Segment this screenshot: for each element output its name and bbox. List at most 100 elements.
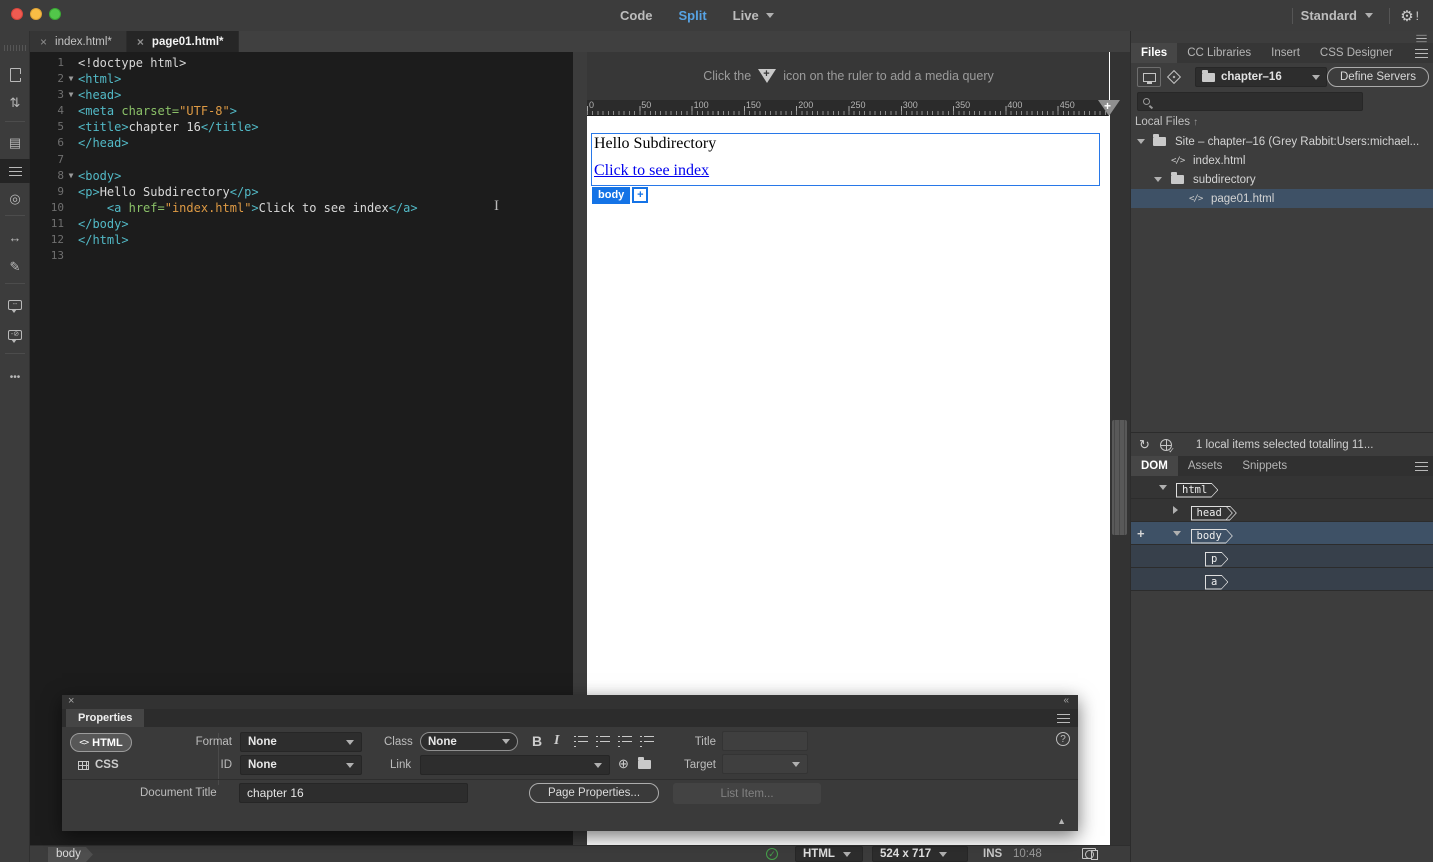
live-view-button[interactable]: Live bbox=[733, 8, 774, 23]
tag-selector-body[interactable]: body bbox=[48, 847, 93, 862]
dom-row-body[interactable]: + body bbox=[1131, 522, 1433, 545]
window-size-select[interactable]: 524 x 717 bbox=[872, 846, 968, 862]
ruler[interactable]: 050100150200250300350400450500 bbox=[587, 100, 1127, 116]
preview-paragraph[interactable]: Hello Subdirectory bbox=[594, 135, 716, 153]
add-element-button[interactable]: + bbox=[632, 187, 649, 203]
code-line[interactable]: 7 bbox=[30, 152, 573, 168]
properties-titlebar[interactable]: × « bbox=[62, 695, 1078, 709]
code-line[interactable]: 13 bbox=[30, 248, 573, 264]
browse-folder-icon[interactable] bbox=[638, 757, 651, 769]
tab-css-designer[interactable]: CSS Designer bbox=[1310, 43, 1403, 63]
preview-resize-handle[interactable] bbox=[1112, 420, 1127, 535]
remove-comment-button[interactable]: -⊘ bbox=[0, 323, 30, 347]
collapse-panel-icon[interactable]: « bbox=[1063, 695, 1070, 706]
dom-row-a[interactable]: a bbox=[1131, 568, 1433, 591]
expand-chevron-icon[interactable] bbox=[1137, 139, 1145, 144]
local-files-header[interactable]: Local Files ↑ bbox=[1135, 116, 1198, 128]
html-mode-button[interactable]: <> HTML bbox=[70, 733, 132, 752]
code-view-button[interactable]: Code bbox=[620, 8, 653, 23]
code-line[interactable]: 9 <p>Hello Subdirectory</p> bbox=[30, 184, 573, 200]
page-properties-button[interactable]: Page Properties... bbox=[529, 783, 659, 803]
gear-icon[interactable]: ⚙ bbox=[1400, 7, 1413, 25]
list-item-button[interactable]: List Item... bbox=[673, 783, 821, 804]
tab-insert[interactable]: Insert bbox=[1261, 43, 1310, 63]
panel-menu-icon[interactable] bbox=[1415, 49, 1428, 58]
expand-site-view-button[interactable] bbox=[1137, 67, 1161, 87]
indent-button[interactable] bbox=[640, 735, 654, 747]
fold-arrow-icon[interactable]: ▼ bbox=[64, 87, 78, 103]
code-line[interactable]: 8 ▼ <body> bbox=[30, 168, 573, 184]
panel-menu-icon[interactable] bbox=[1057, 714, 1070, 723]
dom-tag-html[interactable]: html bbox=[1176, 483, 1218, 498]
tab-dom[interactable]: DOM bbox=[1131, 456, 1178, 476]
ordered-list-button[interactable] bbox=[596, 735, 610, 747]
code-line[interactable]: 11 </body> bbox=[30, 216, 573, 232]
selected-tag-badge[interactable]: body bbox=[592, 187, 631, 204]
code-line[interactable]: 10 <a href="index.html">Click to see ind… bbox=[30, 200, 573, 216]
tab-cc-libraries[interactable]: CC Libraries bbox=[1177, 43, 1261, 63]
media-query-marker-icon[interactable] bbox=[1098, 99, 1120, 116]
tab-properties[interactable]: Properties bbox=[66, 709, 145, 727]
tab-assets[interactable]: Assets bbox=[1178, 456, 1233, 476]
code-line[interactable]: 5 <title>chapter 16</title> bbox=[30, 119, 573, 135]
zoom-window-button[interactable] bbox=[49, 8, 61, 20]
preview-devices-icon[interactable] bbox=[1082, 848, 1098, 860]
code-line[interactable]: 3 ▼ <head> bbox=[30, 87, 573, 103]
open-documents-button[interactable] bbox=[0, 63, 30, 87]
code-line[interactable]: 1 <!doctype html> bbox=[30, 55, 573, 71]
w3c-validation-button[interactable]: ↔ bbox=[0, 225, 30, 249]
dock-menu-icon[interactable] bbox=[1416, 34, 1427, 43]
class-select[interactable]: None bbox=[420, 732, 518, 751]
dom-tag-head[interactable]: head bbox=[1191, 506, 1233, 521]
tab-files[interactable]: Files bbox=[1131, 43, 1178, 63]
add-element-icon[interactable]: + bbox=[1137, 526, 1145, 541]
define-servers-button[interactable]: Define Servers bbox=[1326, 67, 1429, 87]
italic-button[interactable]: I bbox=[554, 733, 559, 749]
collapse-up-icon[interactable]: ▲ bbox=[1057, 816, 1066, 826]
point-to-file-icon[interactable]: ⊕ bbox=[618, 756, 629, 772]
toolbar-more-button[interactable]: ••• bbox=[0, 365, 30, 389]
target-select[interactable] bbox=[722, 754, 808, 774]
toolbar-grip[interactable] bbox=[4, 45, 26, 51]
expand-chevron-icon[interactable] bbox=[1159, 484, 1167, 490]
help-button[interactable]: ? bbox=[1056, 732, 1070, 746]
files-search-input[interactable] bbox=[1137, 92, 1363, 111]
code-line[interactable]: 4 <meta charset="UTF-8"> bbox=[30, 103, 573, 119]
code-line[interactable]: 12 </html> bbox=[30, 232, 573, 248]
remote-site-icon[interactable] bbox=[1159, 438, 1175, 455]
file-tree-item-index.html[interactable]: </> index.html bbox=[1131, 151, 1433, 170]
site-select[interactable]: chapter–16 bbox=[1195, 67, 1327, 87]
minimize-window-button[interactable] bbox=[30, 8, 42, 20]
fold-arrow-icon[interactable]: ▼ bbox=[64, 71, 78, 87]
title-input[interactable] bbox=[722, 731, 808, 751]
unordered-list-button[interactable] bbox=[574, 735, 588, 747]
outdent-button[interactable] bbox=[618, 735, 632, 747]
format-source-button[interactable] bbox=[0, 159, 30, 183]
file-management-button[interactable]: ⇅ bbox=[0, 91, 30, 115]
close-icon[interactable]: × bbox=[40, 35, 47, 49]
code-line[interactable]: 2 ▼ <html> bbox=[30, 71, 573, 87]
dom-tag-a[interactable]: a bbox=[1205, 575, 1228, 590]
expand-chevron-icon[interactable] bbox=[1154, 177, 1162, 182]
file-tree-item-subdirectory[interactable]: subdirectory bbox=[1131, 170, 1433, 189]
close-icon[interactable]: × bbox=[137, 35, 144, 49]
dom-row-head[interactable]: head bbox=[1131, 499, 1433, 522]
code-line[interactable]: 6 </head> bbox=[30, 135, 573, 151]
workspace-switcher[interactable]: Standard bbox=[1291, 0, 1373, 31]
panel-menu-icon[interactable] bbox=[1415, 462, 1428, 471]
live-code-button[interactable]: ▤ bbox=[0, 131, 30, 155]
file-tree-item-Site[interactable]: Site – chapter–16 (Grey Rabbit:Users:mic… bbox=[1131, 132, 1433, 151]
git-icon[interactable] bbox=[1166, 69, 1182, 85]
doc-type-select[interactable]: HTML bbox=[795, 846, 863, 862]
document-title-input[interactable]: chapter 16 bbox=[239, 783, 468, 803]
bold-button[interactable]: B bbox=[532, 733, 542, 749]
lint-ok-icon[interactable]: ✓ bbox=[766, 848, 778, 860]
inspect-mode-button[interactable]: ◎ bbox=[0, 187, 30, 211]
fold-arrow-icon[interactable]: ▼ bbox=[64, 168, 78, 184]
tab-snippets[interactable]: Snippets bbox=[1232, 456, 1297, 476]
expand-chevron-icon[interactable] bbox=[1173, 506, 1178, 514]
preview-link[interactable]: Click to see index bbox=[594, 162, 709, 180]
css-mode-button[interactable]: CSS bbox=[78, 759, 119, 771]
dom-tag-p[interactable]: p bbox=[1205, 552, 1228, 567]
dom-row-html[interactable]: html bbox=[1131, 476, 1433, 499]
